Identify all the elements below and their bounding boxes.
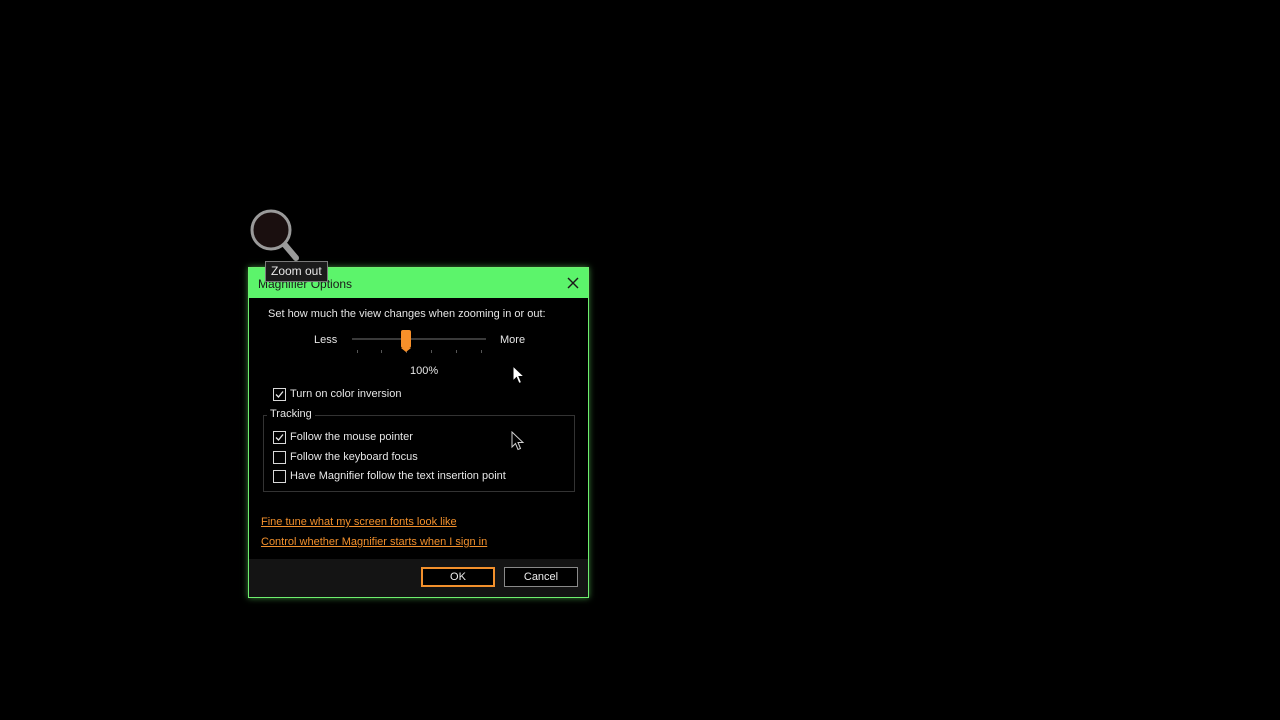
- slider-tick: [431, 350, 432, 353]
- color-inversion-checkbox[interactable]: [273, 387, 286, 401]
- slider-less-label: Less: [314, 334, 338, 346]
- ok-button[interactable]: OK: [421, 567, 495, 587]
- follow-mouse-checkbox-row[interactable]: Follow the mouse pointer: [273, 429, 413, 445]
- follow-keyboard-label: Follow the keyboard focus: [290, 451, 418, 463]
- cancel-button[interactable]: Cancel: [504, 567, 578, 587]
- zoom-instruction: Set how much the view changes when zoomi…: [268, 308, 546, 320]
- fine-tune-fonts-link[interactable]: Fine tune what my screen fonts look like: [261, 516, 457, 528]
- color-inversion-checkbox-row[interactable]: Turn on color inversion: [273, 386, 401, 402]
- magnifier-signin-link[interactable]: Control whether Magnifier starts when I …: [261, 536, 487, 548]
- checkmark-icon: [275, 390, 284, 398]
- dialog-body: Set how much the view changes when zoomi…: [249, 298, 588, 559]
- tracking-group-label: Tracking: [267, 408, 315, 420]
- zoom-out-tooltip: Zoom out: [265, 261, 328, 282]
- desktop-screen: Zoom out Magnifier Options Set how much …: [0, 0, 1280, 720]
- color-inversion-label: Turn on color inversion: [290, 388, 402, 400]
- checkmark-icon: [275, 433, 284, 441]
- zoom-slider-track[interactable]: [352, 338, 486, 340]
- follow-text-insertion-checkbox-row[interactable]: Have Magnifier follow the text insertion…: [273, 468, 506, 484]
- follow-text-insertion-label: Have Magnifier follow the text insertion…: [290, 470, 506, 482]
- follow-mouse-label: Follow the mouse pointer: [290, 431, 413, 443]
- close-button[interactable]: [564, 274, 582, 292]
- close-icon: [567, 277, 579, 289]
- mouse-cursor-outline-icon: [511, 431, 525, 451]
- zoom-slider-thumb[interactable]: [400, 330, 411, 352]
- slider-tick: [456, 350, 457, 353]
- follow-text-insertion-checkbox[interactable]: [273, 469, 286, 483]
- slider-more-label: More: [500, 334, 526, 346]
- slider-tick: [381, 350, 382, 353]
- magnifier-icon[interactable]: [248, 208, 308, 268]
- magnifier-options-dialog: Magnifier Options Set how much the view …: [248, 267, 589, 598]
- mouse-cursor-icon: [512, 365, 526, 385]
- slider-tick: [357, 350, 358, 353]
- follow-keyboard-checkbox[interactable]: [273, 450, 286, 464]
- zoom-increment-value: 100%: [410, 365, 439, 377]
- follow-mouse-checkbox[interactable]: [273, 430, 286, 444]
- dialog-footer: OK Cancel: [249, 559, 588, 597]
- slider-tick: [481, 350, 482, 353]
- follow-keyboard-checkbox-row[interactable]: Follow the keyboard focus: [273, 449, 418, 465]
